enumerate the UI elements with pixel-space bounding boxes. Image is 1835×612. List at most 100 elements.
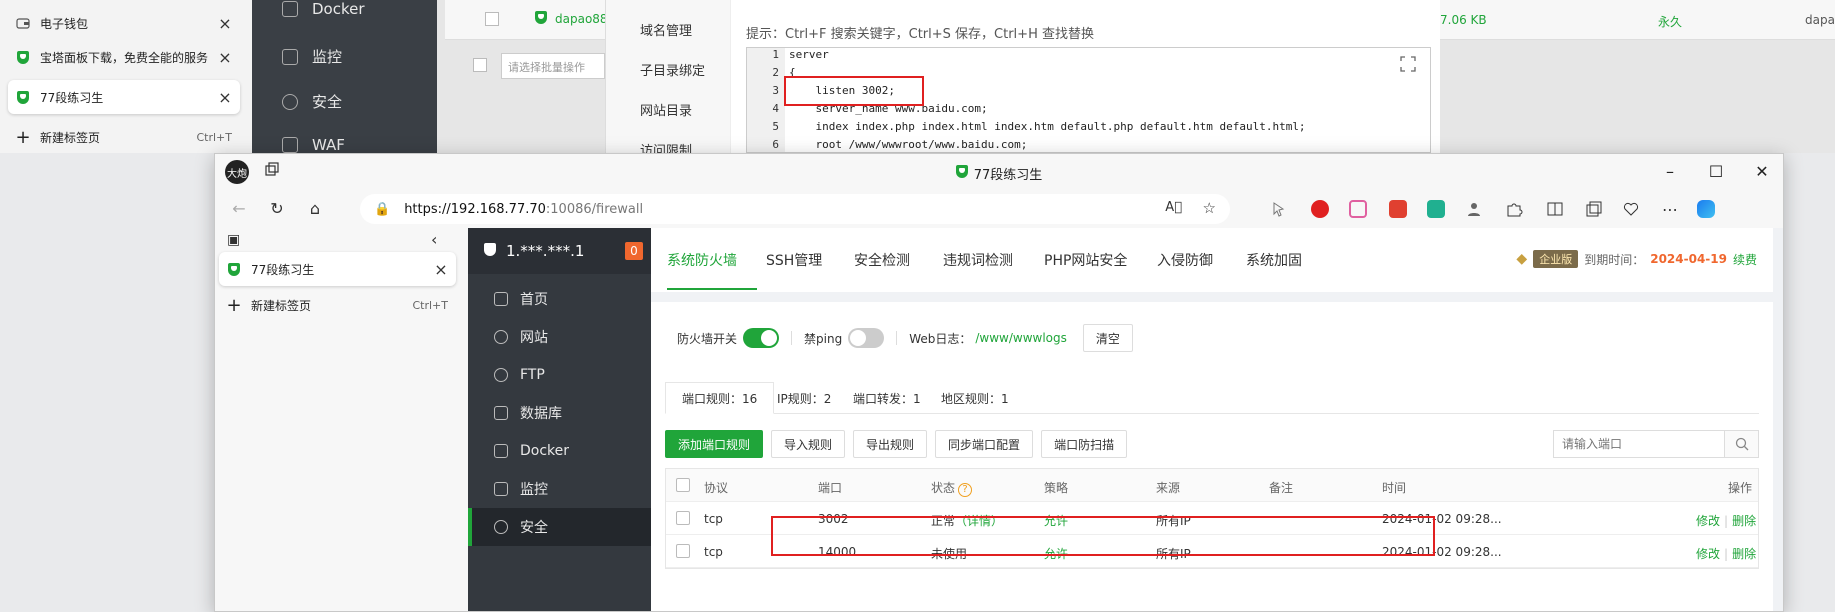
tab-actions-icon[interactable]: ▣ [227, 232, 240, 248]
renew-link[interactable]: 续费 [1733, 251, 1757, 268]
collapse-pane-icon[interactable]: ‹ [431, 230, 437, 249]
sidebar-item-monitor[interactable]: 监控 [468, 470, 651, 508]
checkbox[interactable] [473, 58, 487, 72]
import-rules-button[interactable]: 导入规则 [771, 430, 846, 458]
bg-sidebar-docker[interactable]: Docker [282, 0, 365, 18]
adblock-icon[interactable] [1311, 200, 1329, 218]
health-icon[interactable] [1622, 200, 1640, 218]
bg-sidebar-monitor[interactable]: 监控 [282, 46, 342, 67]
translate-extension-icon[interactable] [1427, 200, 1445, 218]
checkbox[interactable] [485, 12, 499, 26]
sync-port-config-button[interactable]: 同步端口配置 [935, 430, 1034, 458]
close-icon[interactable]: × [218, 14, 232, 33]
back-icon[interactable]: ← [229, 199, 249, 219]
shield-icon [494, 520, 508, 534]
bg-new-tab[interactable]: + 新建标签页 Ctrl+T [8, 120, 240, 154]
puzzle-icon[interactable] [1505, 200, 1523, 218]
port-search-input[interactable] [1554, 431, 1724, 457]
row-checkbox[interactable] [676, 544, 690, 558]
nav-subdir[interactable]: 子目录绑定 [640, 60, 705, 79]
bt-panel-app: 1.***.***.1 0 首页 网站 FTP 数据库 Docker 监控 安全… [468, 228, 1783, 611]
site-settings-dialog: 域名管理 子目录绑定 网站目录 访问限制 提示：Ctrl+F 搜索关键字，Ctr… [605, 0, 1440, 159]
help-icon[interactable]: ? [958, 483, 973, 497]
tab-system-hardening[interactable]: 系统加固 [1246, 250, 1302, 270]
bg-sidebar-waf[interactable]: WAF [282, 136, 345, 154]
cube-extension-icon[interactable] [1389, 200, 1407, 218]
tab-77[interactable]: 77段练习生 × [219, 252, 456, 286]
search-icon[interactable] [1724, 431, 1758, 457]
close-icon[interactable]: × [218, 88, 232, 107]
delete-link[interactable]: 删除 [1732, 547, 1756, 561]
favorite-star-icon[interactable]: ☆ [1203, 199, 1216, 217]
user-extension-icon[interactable] [1465, 200, 1483, 218]
server-header[interactable]: 1.***.***.1 0 [468, 228, 651, 274]
ping-toggle[interactable] [848, 328, 885, 348]
collections-icon[interactable] [1585, 200, 1603, 218]
bt-shield-icon [484, 242, 496, 260]
active-tab-indicator [667, 288, 757, 290]
port-anti-scan-button[interactable]: 端口防扫描 [1041, 430, 1128, 458]
window-title: 77段练习生 [215, 164, 1783, 183]
expire-date: 2024-04-19 [1650, 252, 1727, 266]
tab-ssh[interactable]: SSH管理 [766, 250, 822, 270]
read-aloud-icon[interactable]: A᳴ [1165, 200, 1182, 215]
minimize-button[interactable]: – [1661, 162, 1679, 181]
bg-tab-wallet[interactable]: 电子钱包 × [8, 6, 240, 40]
extension-icon[interactable] [1270, 200, 1288, 218]
close-window-button[interactable]: ✕ [1753, 162, 1771, 181]
more-menu-icon[interactable]: ⋯ [1661, 200, 1679, 219]
firewall-switch-label: 防火墙开关 [677, 331, 738, 346]
col-port: 端口 [818, 481, 843, 495]
code-line: 1 server [772, 48, 829, 61]
url-field[interactable]: 🔒 https://192.168.77.70:10086/firewall A… [360, 194, 1230, 224]
tab-region-rules[interactable]: 地区规则：1 [925, 382, 1025, 414]
notification-badge[interactable]: 0 [625, 242, 643, 260]
tab-php-security[interactable]: PHP网站安全 [1044, 250, 1127, 270]
copilot-icon[interactable] [1697, 200, 1715, 218]
new-tab-button[interactable]: + 新建标签页 Ctrl+T [219, 288, 456, 322]
weblog-path-link[interactable]: /www/wwwlogs [975, 331, 1067, 345]
edit-link[interactable]: 修改 [1696, 514, 1720, 528]
tab-port-rules[interactable]: 端口规则：16 [665, 382, 775, 414]
bg-tab-bt-download[interactable]: 宝塔面板下载，免费全能的服务 × [8, 40, 240, 74]
firewall-card: 防火墙开关 禁ping Web日志： /www/wwwlogs 清空 端口规则：… [651, 302, 1773, 611]
delete-link[interactable]: 删除 [1732, 514, 1756, 528]
batch-select[interactable]: 请选择批量操作 [501, 53, 605, 79]
maximize-button[interactable]: ☐ [1707, 162, 1725, 181]
sidebar-item-home[interactable]: 首页 [468, 280, 651, 318]
nav-site-dir[interactable]: 网站目录 [640, 100, 692, 119]
sidebar-item-docker[interactable]: Docker [468, 432, 651, 470]
row-checkbox[interactable] [676, 511, 690, 525]
shield-icon [282, 93, 298, 110]
nav-domain[interactable]: 域名管理 [640, 20, 692, 39]
sidebar-item-website[interactable]: 网站 [468, 318, 651, 356]
tab-port-forward[interactable]: 端口转发：1 [837, 382, 937, 414]
split-screen-icon[interactable] [1546, 200, 1564, 218]
fullscreen-icon[interactable] [1400, 56, 1416, 72]
close-icon[interactable]: × [218, 48, 232, 67]
close-icon[interactable]: × [434, 260, 448, 279]
edit-link[interactable]: 修改 [1696, 547, 1720, 561]
tab-security-check[interactable]: 安全检测 [854, 250, 910, 270]
sidebar-item-security[interactable]: 安全 [468, 508, 651, 546]
sidebar-item-database[interactable]: 数据库 [468, 394, 651, 432]
select-all-checkbox[interactable] [676, 478, 690, 492]
home-icon[interactable]: ⌂ [305, 199, 325, 219]
export-rules-button[interactable]: 导出规则 [853, 430, 928, 458]
lock-icon[interactable]: 🔒 [374, 202, 390, 217]
sidebar-item-ftp[interactable]: FTP [468, 356, 651, 394]
tab-system-firewall[interactable]: 系统防火墙 [667, 250, 737, 270]
cell-protocol: tcp [704, 512, 723, 526]
reload-icon[interactable]: ↻ [267, 199, 287, 219]
bg-site-note: dapa [1805, 13, 1835, 27]
bg-tab-77[interactable]: 77段练习生 × [8, 80, 240, 114]
bilibili-icon[interactable] [1349, 200, 1367, 218]
tab-violation-words[interactable]: 违规词检测 [943, 250, 1013, 270]
bg-sidebar-security[interactable]: 安全 [282, 91, 342, 112]
firewall-toggle[interactable] [743, 328, 780, 348]
bg-site-expire[interactable]: 永久 [1658, 13, 1682, 30]
tab-ip-rules[interactable]: IP规则：2 [761, 382, 847, 414]
clear-log-button[interactable]: 清空 [1082, 324, 1133, 352]
tab-intrusion-prevention[interactable]: 入侵防御 [1157, 250, 1213, 270]
add-port-rule-button[interactable]: 添加端口规则 [665, 430, 764, 458]
